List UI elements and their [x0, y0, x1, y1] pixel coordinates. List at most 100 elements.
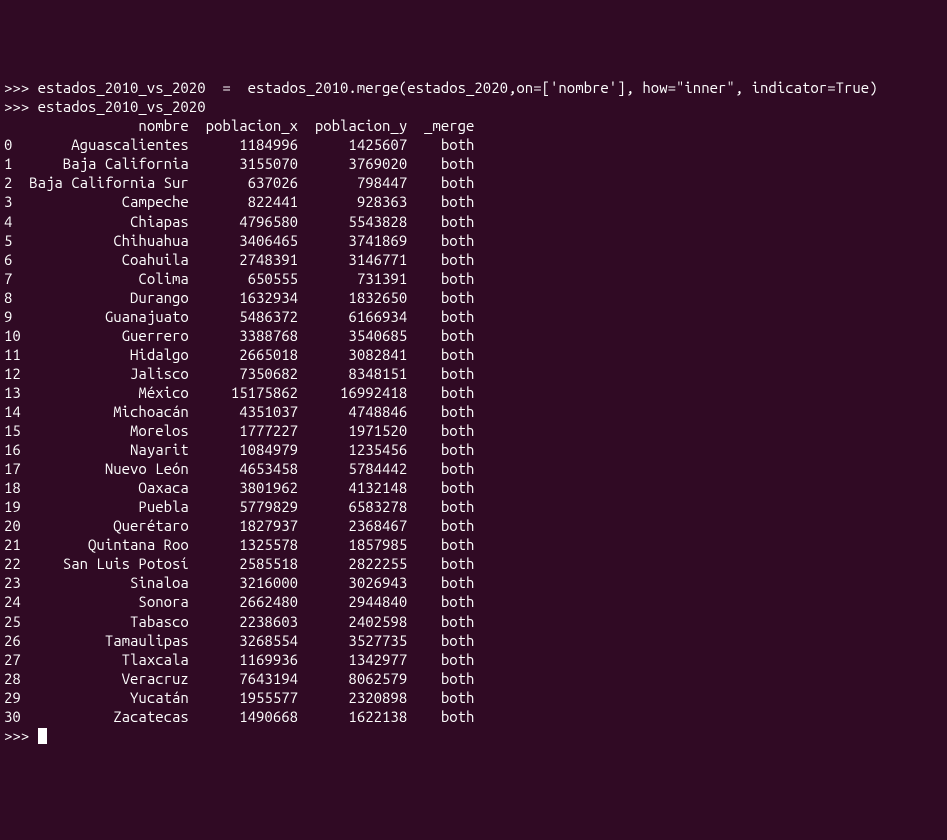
row-merge: both — [407, 251, 474, 268]
table-row: 6 Coahuila 2748391 3146771 both — [4, 251, 474, 268]
row-poblacion-y: 3082841 — [298, 346, 407, 363]
table-row: 8 Durango 1632934 1832650 both — [4, 289, 474, 306]
row-poblacion-x: 2665018 — [189, 346, 298, 363]
header-merge: _merge — [407, 117, 474, 134]
row-poblacion-y: 1425607 — [298, 136, 407, 153]
cursor[interactable] — [38, 728, 47, 744]
row-index: 1 — [4, 155, 21, 172]
table-row: 18 Oaxaca 3801962 4132148 both — [4, 479, 474, 496]
row-merge: both — [407, 174, 474, 191]
table-row: 20 Querétaro 1827937 2368467 both — [4, 517, 474, 534]
row-poblacion-y: 928363 — [298, 193, 407, 210]
header-poblacion-y: poblacion_y — [298, 117, 407, 134]
row-index: 26 — [4, 632, 21, 649]
row-poblacion-y: 1857985 — [298, 536, 407, 553]
row-nombre: Michoacán — [21, 403, 189, 420]
row-index: 13 — [4, 384, 21, 401]
row-nombre: Baja California — [21, 155, 189, 172]
row-index: 18 — [4, 479, 21, 496]
row-nombre: Baja California Sur — [21, 174, 189, 191]
row-merge: both — [407, 232, 474, 249]
table-row: 14 Michoacán 4351037 4748846 both — [4, 403, 474, 420]
row-poblacion-x: 3388768 — [189, 327, 298, 344]
row-merge: both — [407, 593, 474, 610]
row-nombre: Zacatecas — [21, 708, 189, 725]
row-nombre: Tamaulipas — [21, 632, 189, 649]
table-row: 21 Quintana Roo 1325578 1857985 both — [4, 536, 474, 553]
table-row: 12 Jalisco 7350682 8348151 both — [4, 365, 474, 382]
row-index: 10 — [4, 327, 21, 344]
row-index: 12 — [4, 365, 21, 382]
row-poblacion-x: 3268554 — [189, 632, 298, 649]
terminal-output: >>> estados_2010_vs_2020 = estados_2010.… — [4, 78, 943, 745]
table-row: 7 Colima 650555 731391 both — [4, 270, 474, 287]
row-merge: both — [407, 479, 474, 496]
row-poblacion-y: 1342977 — [298, 651, 407, 668]
row-merge: both — [407, 555, 474, 572]
row-poblacion-y: 2822255 — [298, 555, 407, 572]
table-row: 15 Morelos 1777227 1971520 both — [4, 422, 474, 439]
table-row: 27 Tlaxcala 1169936 1342977 both — [4, 651, 474, 668]
row-poblacion-y: 4132148 — [298, 479, 407, 496]
row-index: 21 — [4, 536, 21, 553]
row-poblacion-x: 4796580 — [189, 213, 298, 230]
row-poblacion-x: 7350682 — [189, 365, 298, 382]
row-nombre: Puebla — [21, 498, 189, 515]
row-poblacion-x: 2748391 — [189, 251, 298, 268]
row-index: 6 — [4, 251, 21, 268]
table-row: 24 Sonora 2662480 2944840 both — [4, 593, 474, 610]
row-poblacion-y: 2368467 — [298, 517, 407, 534]
row-merge: both — [407, 708, 474, 725]
row-poblacion-x: 2662480 — [189, 593, 298, 610]
data-rows: 0 Aguascalientes 1184996 1425607 both 1 … — [4, 136, 474, 724]
row-nombre: Coahuila — [21, 251, 189, 268]
row-poblacion-x: 1632934 — [189, 289, 298, 306]
row-poblacion-y: 1832650 — [298, 289, 407, 306]
row-merge: both — [407, 441, 474, 458]
row-index: 0 — [4, 136, 21, 153]
row-nombre: Chihuahua — [21, 232, 189, 249]
row-poblacion-y: 5784442 — [298, 460, 407, 477]
row-index: 25 — [4, 613, 21, 630]
row-index: 27 — [4, 651, 21, 668]
row-merge: both — [407, 613, 474, 630]
command-line-1: >>> estados_2010_vs_2020 = estados_2010.… — [4, 79, 878, 96]
row-poblacion-y: 6583278 — [298, 498, 407, 515]
table-row: 11 Hidalgo 2665018 3082841 both — [4, 346, 474, 363]
row-merge: both — [407, 155, 474, 172]
row-nombre: México — [21, 384, 189, 401]
header-row: nombre poblacion_x poblacion_y _merge — [4, 117, 474, 134]
table-row: 2 Baja California Sur 637026 798447 both — [4, 174, 474, 191]
row-nombre: Yucatán — [21, 689, 189, 706]
row-poblacion-y: 3146771 — [298, 251, 407, 268]
row-index: 5 — [4, 232, 21, 249]
row-nombre: Sinaloa — [21, 574, 189, 591]
row-poblacion-y: 3741869 — [298, 232, 407, 249]
row-index: 17 — [4, 460, 21, 477]
row-poblacion-x: 5486372 — [189, 308, 298, 325]
prompt[interactable]: >>> — [4, 727, 38, 744]
row-poblacion-x: 1084979 — [189, 441, 298, 458]
row-merge: both — [407, 327, 474, 344]
row-merge: both — [407, 670, 474, 687]
row-poblacion-x: 3155070 — [189, 155, 298, 172]
table-row: 19 Puebla 5779829 6583278 both — [4, 498, 474, 515]
row-index: 23 — [4, 574, 21, 591]
row-merge: both — [407, 498, 474, 515]
table-row: 10 Guerrero 3388768 3540685 both — [4, 327, 474, 344]
row-poblacion-x: 1827937 — [189, 517, 298, 534]
table-row: 16 Nayarit 1084979 1235456 both — [4, 441, 474, 458]
row-poblacion-x: 4653458 — [189, 460, 298, 477]
row-poblacion-y: 16992418 — [298, 384, 407, 401]
table-row: 26 Tamaulipas 3268554 3527735 both — [4, 632, 474, 649]
row-poblacion-y: 8348151 — [298, 365, 407, 382]
row-merge: both — [407, 365, 474, 382]
row-nombre: San Luis Potosí — [21, 555, 189, 572]
row-merge: both — [407, 517, 474, 534]
row-poblacion-x: 1169936 — [189, 651, 298, 668]
row-nombre: Tlaxcala — [21, 651, 189, 668]
row-nombre: Tabasco — [21, 613, 189, 630]
row-merge: both — [407, 270, 474, 287]
row-poblacion-y: 2944840 — [298, 593, 407, 610]
row-nombre: Colima — [21, 270, 189, 287]
